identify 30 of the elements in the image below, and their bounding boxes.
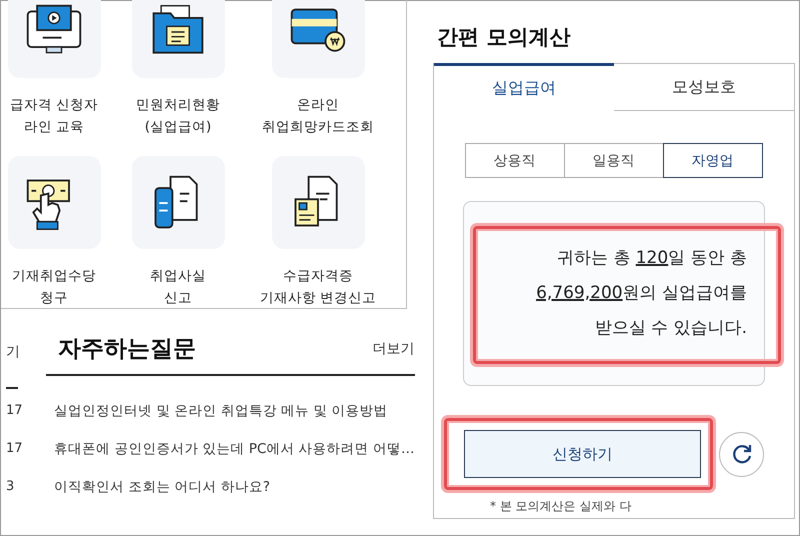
service-label[interactable]: 취업사실 신고	[150, 265, 206, 308]
refresh-button[interactable]	[719, 432, 764, 476]
segment-button[interactable]: 일용직	[564, 143, 664, 178]
service-label[interactable]: 기재취업수당 청구	[12, 265, 96, 308]
service-tile[interactable]	[132, 0, 224, 78]
footnote: * 본 모의계산은 실제와 다	[490, 498, 632, 515]
service-tile[interactable]	[272, 156, 364, 249]
section-label: 기	[6, 343, 21, 362]
faq-date: 3	[6, 478, 16, 496]
faq-link[interactable]: 실업인정인터넷 및 온라인 취업특강 메뉴 및 이용방법	[46, 392, 415, 430]
service-label[interactable]: 급자격 신청자 라인 교육	[10, 94, 98, 138]
faq-title: 자주하는질문	[58, 335, 196, 364]
result-message: 귀하는 총 120일 동안 총 6,769,200원의 실업급여를 받으실 수 있습니다.	[536, 247, 747, 340]
tab[interactable]: 모성보호	[614, 63, 794, 111]
service-tile[interactable]	[8, 156, 100, 249]
faq-link[interactable]: 휴대폰에 공인인증서가 있는데 PC에서 사용하려면 어떻…	[46, 430, 415, 468]
panel-title: 간편 모의계산	[437, 24, 572, 51]
service-tile[interactable]	[132, 156, 224, 249]
segment-button[interactable]: 상용직	[464, 143, 564, 178]
segment-button[interactable]: 자영업	[662, 143, 762, 178]
service-label[interactable]: 온라인 취업희망카드조회	[262, 94, 374, 138]
faq-date: 17	[6, 402, 24, 420]
service-tile[interactable]	[8, 0, 100, 78]
apply-button[interactable]: 신청하기	[464, 430, 701, 478]
faq-date: 17	[6, 440, 24, 458]
more-link[interactable]: 더보기	[372, 340, 415, 358]
service-label[interactable]: 민원처리현황 (실업급여)	[136, 94, 220, 138]
service-label[interactable]: 수급자격증 기재사항 변경신고	[260, 265, 376, 308]
service-tile[interactable]	[272, 0, 364, 78]
faq-link[interactable]: 이직확인서 조회는 어디서 하나요?	[46, 468, 415, 506]
